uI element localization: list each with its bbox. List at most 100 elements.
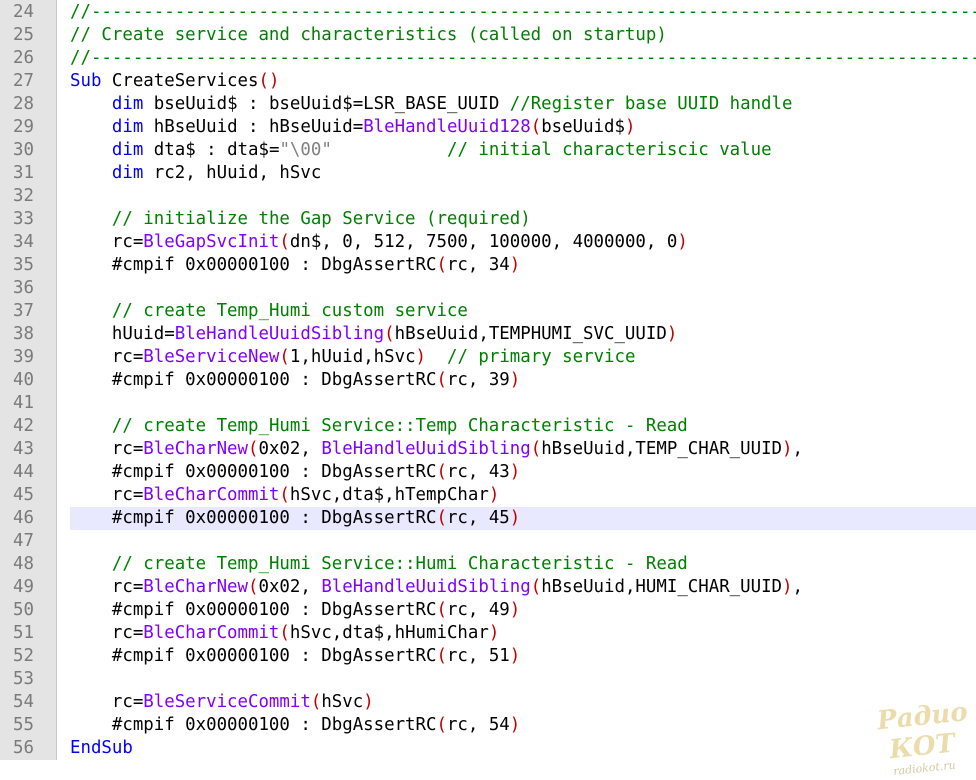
watermark-logo-text: Радио КОТ <box>875 697 970 766</box>
line-number: 37 <box>13 301 34 321</box>
code-line-28[interactable]: 28 dim bseUuid$ : bseUuid$=LSR_BASE_UUID… <box>0 93 976 116</box>
code-token-plain: hBseUuid,TEMPHUMI_SVC_UUID <box>394 324 667 344</box>
line-number: 56 <box>13 738 34 758</box>
code-line-35[interactable]: 35 #cmpif 0x00000100 : DbgAssertRC(rc, 3… <box>0 254 976 277</box>
line-code: // create Temp_Humi Service::Humi Charac… <box>70 553 976 576</box>
line-number: 46 <box>13 508 34 528</box>
code-line-54[interactable]: 54 rc=BleServiceCommit(hSvc) <box>0 691 976 714</box>
code-token-kw: dim <box>111 94 144 114</box>
code-token-cmt: // Create service and characteristics (c… <box>70 25 667 45</box>
code-token-paren: ( <box>310 692 322 712</box>
code-token-paren: ( <box>436 715 447 735</box>
code-token-plain: hSvc <box>321 692 364 712</box>
code-line-44[interactable]: 44 #cmpif 0x00000100 : DbgAssertRC(rc, 4… <box>0 461 976 484</box>
code-token-fn: BleCharNew <box>143 439 248 459</box>
code-line-48[interactable]: 48 // create Temp_Humi Service::Humi Cha… <box>0 553 976 576</box>
code-token-plain: #cmpif 0x00000100 : DbgAssertRC <box>70 508 437 528</box>
line-number: 47 <box>13 531 34 551</box>
code-token-plain: hBseUuid : hBseUuid= <box>143 117 364 137</box>
code-token-paren: ) <box>488 485 500 505</box>
code-token-paren: ) <box>509 462 521 482</box>
code-token-fn: BleCharNew <box>143 577 248 597</box>
code-line-40[interactable]: 40 #cmpif 0x00000100 : DbgAssertRC(rc, 3… <box>0 369 976 392</box>
line-code: // create Temp_Humi custom service <box>70 300 976 323</box>
line-code: #cmpif 0x00000100 : DbgAssertRC(rc, 45) <box>70 507 976 530</box>
code-line-27[interactable]: 27 Sub CreateServices() <box>0 70 976 93</box>
code-token-paren: ) <box>415 347 427 367</box>
code-line-41[interactable]: 41 <box>0 392 976 415</box>
code-token-cmt: //Register base UUID handle <box>509 94 793 114</box>
code-token-plain: rc= <box>70 692 144 712</box>
code-token-plain: dta$ : dta$= <box>143 140 280 160</box>
code-line-49[interactable]: 49 rc=BleCharNew(0x02, BleHandleUuidSibl… <box>0 576 976 599</box>
code-line-42[interactable]: 42 // create Temp_Humi Service::Temp Cha… <box>0 415 976 438</box>
code-line-32[interactable]: 32 <box>0 185 976 208</box>
code-line-38[interactable]: 38 hUuid=BleHandleUuidSibling(hBseUuid,T… <box>0 323 976 346</box>
line-number: 36 <box>13 278 34 298</box>
code-token-cmt: // create Temp_Humi Service::Humi Charac… <box>111 554 688 574</box>
code-token-plain: rc= <box>70 439 144 459</box>
code-token-paren: ( <box>248 577 259 597</box>
code-token-fn: BleHandleUuidSibling <box>174 324 385 344</box>
code-token-plain: rc, 43 <box>446 462 510 482</box>
code-token-paren: ) <box>509 508 521 528</box>
line-code: //--------------------------------------… <box>70 1 976 24</box>
code-line-25[interactable]: 25 // Create service and characteristics … <box>0 24 976 47</box>
code-line-46[interactable]: 46 #cmpif 0x00000100 : DbgAssertRC(rc, 4… <box>0 507 976 530</box>
code-token-paren: ( <box>436 646 447 666</box>
code-line-39[interactable]: 39 rc=BleServiceNew(1,hUuid,hSvc) // pri… <box>0 346 976 369</box>
code-line-24[interactable]: 24 //------------------------------------… <box>0 1 976 24</box>
line-number: 35 <box>13 255 34 275</box>
code-line-33[interactable]: 33 // initialize the Gap Service (requir… <box>0 208 976 231</box>
code-token-kw: dim <box>111 117 144 137</box>
code-line-45[interactable]: 45 rc=BleCharCommit(hSvc,dta$,hTempChar) <box>0 484 976 507</box>
code-token-plain: hSvc,dta$,hTempChar <box>289 485 489 505</box>
line-number: 41 <box>13 393 34 413</box>
line-code: dim bseUuid$ : bseUuid$=LSR_BASE_UUID //… <box>70 93 976 116</box>
code-line-30[interactable]: 30 dim dta$ : dta$="\00" // initial char… <box>0 139 976 162</box>
code-line-36[interactable]: 36 <box>0 277 976 300</box>
code-token-paren: ) <box>782 577 793 597</box>
code-line-55[interactable]: 55 #cmpif 0x00000100 : DbgAssertRC(rc, 5… <box>0 714 976 737</box>
line-number: 53 <box>13 669 34 689</box>
code-line-29[interactable]: 29 dim hBseUuid : hBseUuid=BleHandleUuid… <box>0 116 976 139</box>
code-line-43[interactable]: 43 rc=BleCharNew(0x02, BleHandleUuidSibl… <box>0 438 976 461</box>
code-line-51[interactable]: 51 rc=BleCharCommit(hSvc,dta$,hHumiChar) <box>0 622 976 645</box>
code-line-56[interactable]: 56 EndSub <box>0 737 976 760</box>
line-code: rc=BleCharNew(0x02, BleHandleUuidSibling… <box>70 438 976 461</box>
code-line-31[interactable]: 31 dim rc2, hUuid, hSvc <box>0 162 976 185</box>
code-line-50[interactable]: 50 #cmpif 0x00000100 : DbgAssertRC(rc, 4… <box>0 599 976 622</box>
code-token-paren: ) <box>509 370 521 390</box>
code-line-52[interactable]: 52 #cmpif 0x00000100 : DbgAssertRC(rc, 5… <box>0 645 976 668</box>
code-token-plain: #cmpif 0x00000100 : DbgAssertRC <box>70 715 437 735</box>
code-token-plain: rc= <box>70 232 144 252</box>
code-token-plain: 0x02, <box>258 439 322 459</box>
line-code: dim dta$ : dta$="\00" // initial charact… <box>70 139 976 162</box>
line-code: #cmpif 0x00000100 : DbgAssertRC(rc, 49) <box>70 599 976 622</box>
line-number: 33 <box>13 209 34 229</box>
code-line-26[interactable]: 26 //------------------------------------… <box>0 47 976 70</box>
line-number: 45 <box>13 485 34 505</box>
code-line-37[interactable]: 37 // create Temp_Humi custom service <box>0 300 976 323</box>
code-token-fn: BleGapSvcInit <box>143 232 280 252</box>
code-token-plain: hBseUuid,TEMP_CHAR_UUID <box>541 439 783 459</box>
code-token-plain: hBseUuid,HUMI_CHAR_UUID <box>541 577 783 597</box>
code-token-plain: rc, 54 <box>446 715 510 735</box>
code-token-paren: ( <box>279 623 290 643</box>
code-line-34[interactable]: 34 rc=BleGapSvcInit(dn$, 0, 512, 7500, 1… <box>0 231 976 254</box>
code-editor[interactable]: 24 //------------------------------------… <box>0 0 976 760</box>
code-token-fn: BleHandleUuidSibling <box>321 577 531 597</box>
line-code: // initialize the Gap Service (required) <box>70 208 976 231</box>
code-line-47[interactable]: 47 <box>0 530 976 553</box>
code-line-53[interactable]: 53 <box>0 668 976 691</box>
line-number: 54 <box>13 692 34 712</box>
code-token-plain: rc, 49 <box>446 600 510 620</box>
code-token-paren: () <box>258 71 280 91</box>
